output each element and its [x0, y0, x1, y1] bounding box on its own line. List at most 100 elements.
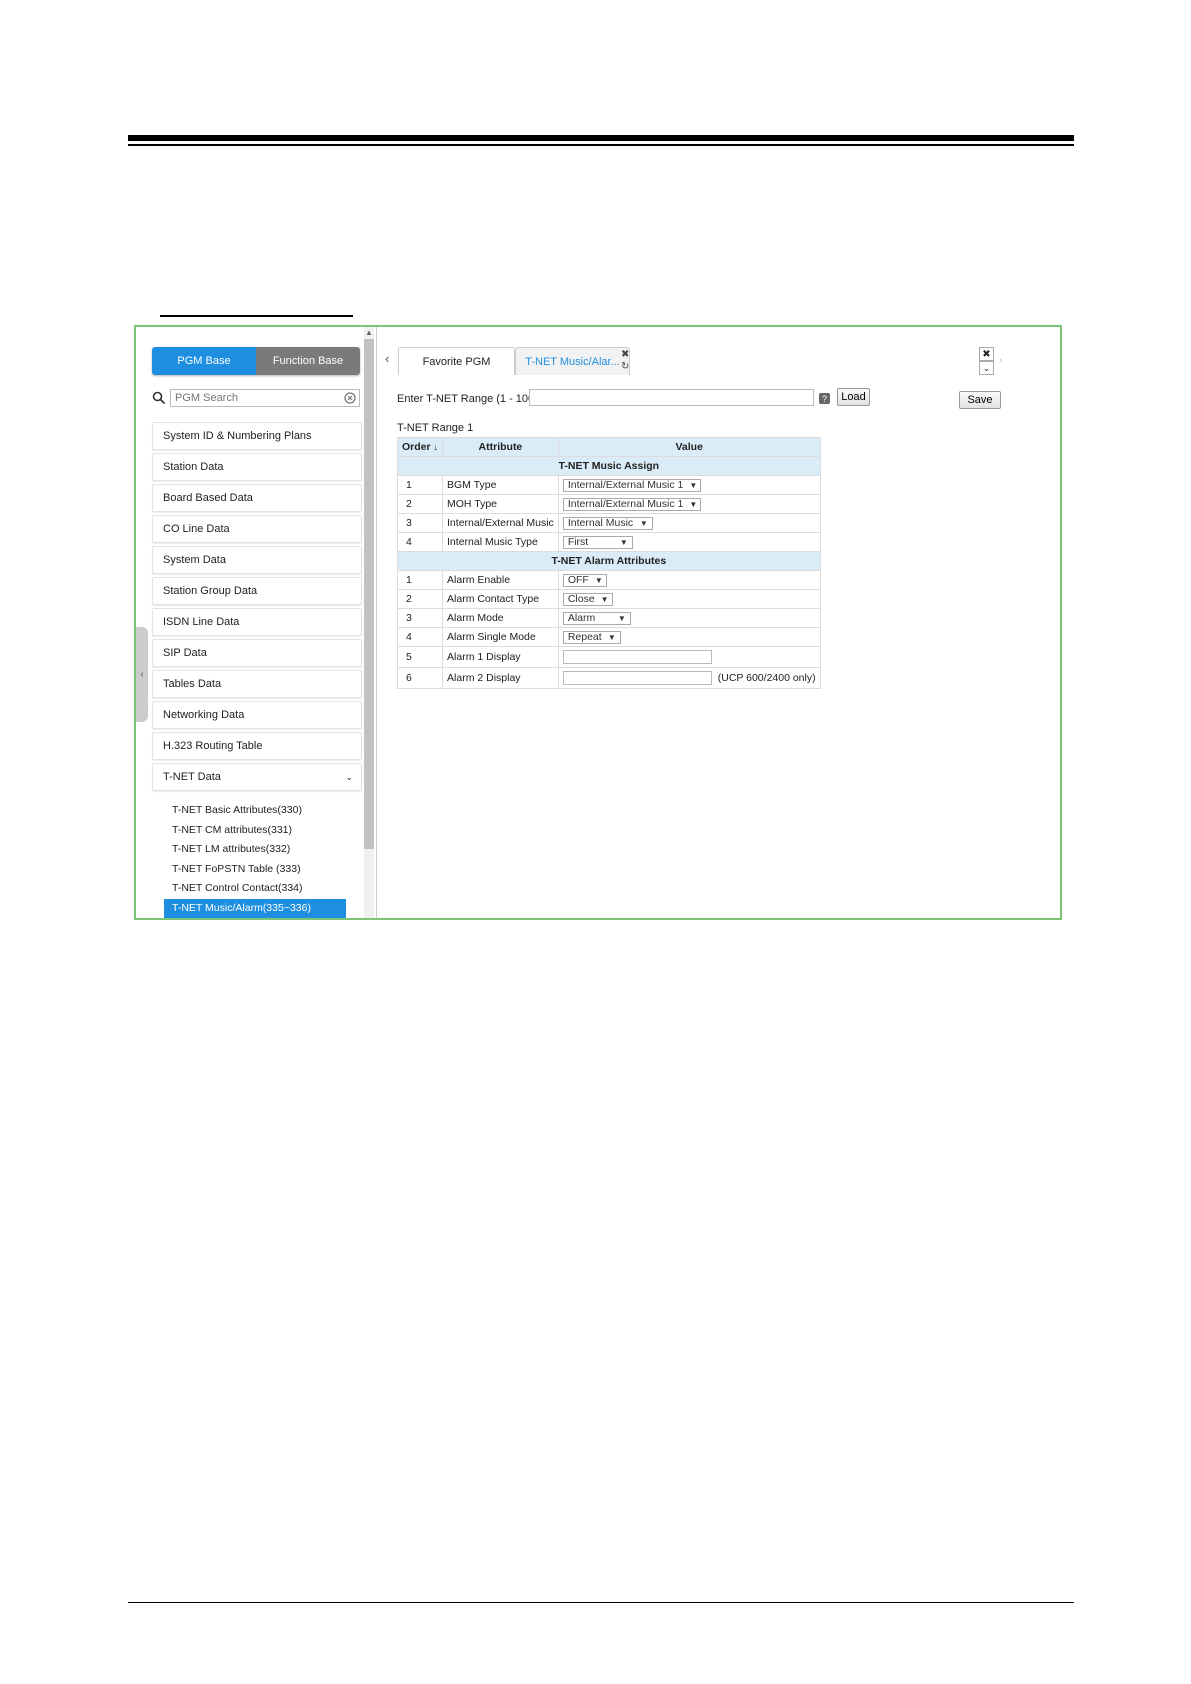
table-row: 3 Alarm Mode Alarm ▼	[396, 608, 821, 628]
alarm-enable-select[interactable]: OFF ▼	[562, 573, 607, 587]
submenu-item-tnet-control[interactable]: T-NET Control Contact(334)	[164, 879, 346, 899]
menu-item-h323-routing-table[interactable]: H.323 Routing Table	[152, 732, 362, 760]
row-attribute: Alarm 2 Display	[442, 667, 559, 689]
base-toggle: PGM Base Function Base	[152, 347, 360, 375]
menu-item-tnet-data[interactable]: T-NET Data ⌄	[152, 763, 362, 791]
row-value: (UCP 600/2400 only)	[557, 667, 821, 689]
section-music-assign: T-NET Music Assign	[397, 456, 821, 476]
clear-search-icon[interactable]	[344, 392, 356, 404]
row-attribute: Alarm 1 Display	[442, 646, 559, 668]
main-panel: ‹ Favorite PGM T-NET Music/Alar... ✖ ↻ ✖…	[377, 327, 1060, 918]
row-value	[557, 646, 821, 668]
moh-type-select[interactable]: Internal/External Music 1 ▼	[562, 497, 701, 511]
alarm-mode-select[interactable]: Alarm ▼	[562, 611, 631, 625]
sidebar-scrollbar-thumb[interactable]	[364, 339, 374, 849]
attribute-table: Order ↓ Attribute Value T-NET Music Assi…	[396, 437, 821, 689]
screenshot-frame: PGM Base Function Base System ID & Numbe…	[134, 325, 1062, 920]
alarm-2-display-input[interactable]	[562, 671, 712, 685]
chevron-left-icon: ‹	[140, 669, 144, 680]
pgm-search-input[interactable]	[170, 389, 360, 407]
menu-item-isdn-line-data[interactable]: ISDN Line Data	[152, 608, 362, 636]
select-value: OFF	[567, 574, 589, 586]
menu-item-board-based-data[interactable]: Board Based Data	[152, 484, 362, 512]
alarm-single-mode-select[interactable]: Repeat ▼	[562, 630, 621, 644]
row-value: Close ▼	[557, 589, 821, 609]
tab-scroll-right-icon[interactable]: ›	[999, 355, 1002, 366]
menu-item-station-group-data[interactable]: Station Group Data	[152, 577, 362, 605]
row-order: 3	[396, 608, 444, 628]
page-top-rule	[128, 135, 1074, 141]
tab-scroll-left-icon[interactable]: ‹	[385, 351, 389, 366]
section-row: T-NET Music Assign	[397, 456, 821, 476]
dropdown-arrow-icon: ▼	[689, 480, 698, 490]
select-value: Internal Music	[567, 517, 634, 529]
row-attribute: Alarm Contact Type	[442, 589, 559, 609]
row-order: 4	[396, 627, 444, 647]
page-bottom-rule	[128, 1602, 1074, 1603]
header-order[interactable]: Order ↓	[396, 437, 444, 457]
row-attribute: Internal Music Type	[442, 532, 559, 552]
range-title: T-NET Range 1	[397, 422, 474, 434]
row-value: First ▼	[557, 532, 821, 552]
sort-icon[interactable]: ↓	[434, 442, 439, 452]
dropdown-arrow-icon: ▼	[619, 537, 628, 547]
internal-external-music-select[interactable]: Internal Music ▼	[562, 516, 653, 530]
search-icon	[152, 391, 166, 405]
collapse-sidebar-handle[interactable]: ‹	[136, 627, 148, 722]
submenu-item-tnet-fopstn[interactable]: T-NET FoPSTN Table (333)	[164, 860, 346, 880]
submenu-item-tnet-music-alarm[interactable]: T-NET Music/Alarm(335~336)	[164, 898, 346, 918]
range-label: Enter T-NET Range (1 - 100) :	[397, 393, 544, 405]
tab-favorite-pgm[interactable]: Favorite PGM	[398, 347, 515, 375]
close-tab-icon[interactable]: ✖	[621, 349, 629, 360]
search-bar	[152, 389, 360, 409]
menu-item-system-id[interactable]: System ID & Numbering Plans	[152, 422, 362, 450]
header-value: Value	[557, 437, 821, 457]
table-row: 4 Alarm Single Mode Repeat ▼	[396, 627, 821, 647]
menu-item-tnet-data-label: T-NET Data	[163, 771, 221, 783]
load-button[interactable]: Load	[837, 388, 870, 406]
select-value: Repeat	[567, 631, 602, 643]
menu-item-sip-data[interactable]: SIP Data	[152, 639, 362, 667]
scroll-up-icon[interactable]: ▲	[365, 328, 373, 337]
row-attribute: Alarm Mode	[442, 608, 559, 628]
save-button[interactable]: Save	[959, 391, 1001, 409]
refresh-tab-icon[interactable]: ↻	[621, 361, 629, 372]
menu-item-tables-data[interactable]: Tables Data	[152, 670, 362, 698]
menu-item-system-data[interactable]: System Data	[152, 546, 362, 574]
internal-music-type-select[interactable]: First ▼	[562, 535, 633, 549]
table-header-row: Order ↓ Attribute Value	[396, 437, 821, 457]
menu-item-co-line-data[interactable]: CO Line Data	[152, 515, 362, 543]
alarm-contact-type-select[interactable]: Close ▼	[562, 592, 613, 606]
row-value: Repeat ▼	[557, 627, 821, 647]
select-value: First	[567, 536, 589, 548]
row-order: 1	[396, 570, 444, 590]
menu-item-networking-data[interactable]: Networking Data	[152, 701, 362, 729]
select-value: Alarm	[567, 612, 596, 624]
row-value: Internal/External Music 1 ▼	[557, 494, 821, 514]
select-value: Close	[567, 593, 595, 605]
tnet-submenu: T-NET Basic Attributes(330) T-NET CM att…	[152, 801, 362, 918]
dropdown-arrow-icon: ▼	[639, 518, 648, 528]
help-icon[interactable]: ?	[819, 393, 830, 404]
bgm-type-select[interactable]: Internal/External Music 1 ▼	[562, 478, 701, 492]
submenu-item-tnet-basic[interactable]: T-NET Basic Attributes(330)	[164, 801, 346, 821]
pgm-base-button[interactable]: PGM Base	[152, 347, 256, 375]
dropdown-arrow-icon: ▼	[607, 632, 616, 642]
menu-item-station-data[interactable]: Station Data	[152, 453, 362, 481]
alarm-1-display-input[interactable]	[562, 650, 712, 664]
table-row: 1 Alarm Enable OFF ▼	[396, 570, 821, 590]
submenu-item-tnet-lm[interactable]: T-NET LM attributes(332)	[164, 840, 346, 860]
pgm-menu: System ID & Numbering Plans Station Data…	[152, 422, 362, 918]
tab-tnet-music-alarm[interactable]: T-NET Music/Alar...	[515, 347, 630, 375]
submenu-item-tnet-cm[interactable]: T-NET CM attributes(331)	[164, 821, 346, 841]
range-input[interactable]	[529, 389, 814, 406]
dropdown-arrow-icon: ▼	[600, 594, 609, 604]
row-value: Alarm ▼	[557, 608, 821, 628]
row-value: Internal/External Music 1 ▼	[557, 475, 821, 495]
close-all-icon[interactable]: ✖	[979, 347, 994, 361]
tab-list-dropdown-icon[interactable]: ⌄	[979, 361, 994, 375]
caption-underline	[160, 315, 353, 317]
table-row: 5 Alarm 1 Display	[396, 646, 821, 668]
row-value: OFF ▼	[557, 570, 821, 590]
function-base-button[interactable]: Function Base	[256, 347, 360, 375]
